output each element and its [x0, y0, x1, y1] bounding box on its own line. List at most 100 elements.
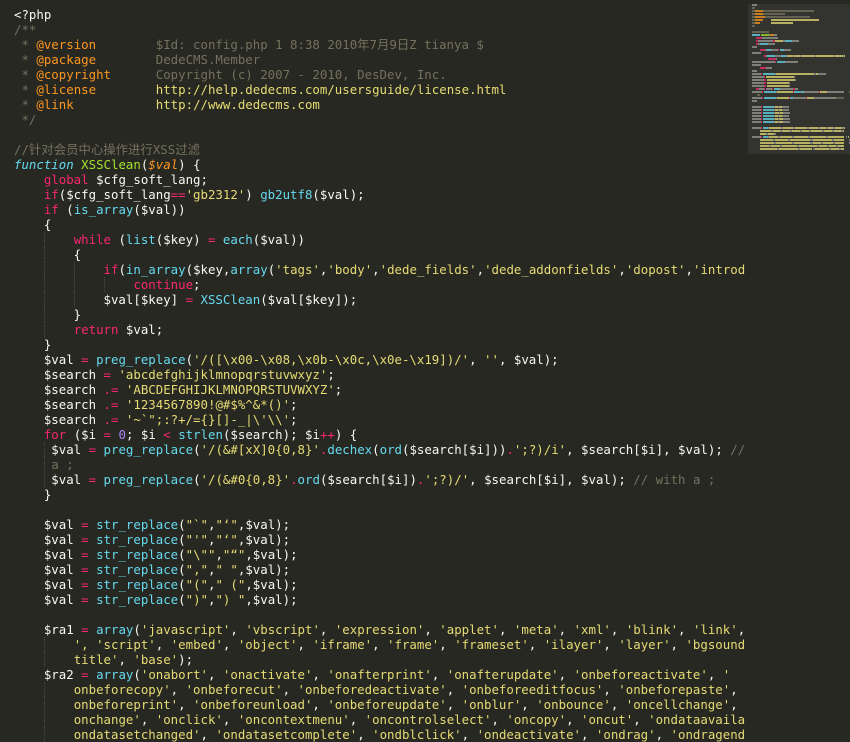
code-line[interactable]: $ra2 = array('onabort', 'onactivate', 'o… — [14, 667, 745, 682]
code-line[interactable]: $search .= 'ABCDEFGHIJKLMNOPQRSTUVWXYZ'; — [14, 382, 745, 397]
code-line[interactable]: * @license http://help.dedecms.com/users… — [14, 82, 745, 97]
code-line[interactable]: if(in_array($key,array('tags','body','de… — [14, 262, 745, 277]
code-line[interactable]: title', 'base'); — [14, 652, 745, 667]
minimap-token — [752, 76, 765, 78]
code-token: , — [581, 727, 596, 742]
code-token: * — [14, 37, 37, 52]
minimap-token — [761, 109, 763, 111]
code-token: , — [215, 547, 223, 562]
minimap-token — [834, 142, 844, 144]
code-line[interactable]: if($cfg_soft_lang=='gb2312') gb2utf8($va… — [14, 187, 745, 202]
code-line[interactable]: $val = str_replace(")",") ",$val); — [14, 592, 745, 607]
code-line[interactable]: ', 'script', 'embed', 'object', 'iframe'… — [14, 637, 745, 652]
code-token: , — [155, 637, 171, 652]
minimap-token — [764, 82, 767, 84]
code-line[interactable]: * @package DedeCMS.Member — [14, 52, 745, 67]
code-token: ( — [178, 532, 186, 547]
code-token: * — [14, 52, 37, 67]
minimap-token — [783, 112, 791, 114]
code-token: , — [558, 622, 574, 637]
minimap-token — [794, 142, 811, 144]
code-text[interactable]: <?php/** * @version $Id: config.php 1 8:… — [14, 7, 745, 742]
code-token: preg_replace — [96, 352, 186, 367]
code-line[interactable]: for ($i = 0; $i < strlen($search); $i++)… — [14, 427, 745, 442]
code-line[interactable]: $search .= '~`";:?+/={}[]-_|\'\\'; — [14, 412, 745, 427]
code-token: @version — [36, 37, 97, 52]
code-token: } — [14, 487, 52, 502]
code-token: .= — [103, 397, 119, 412]
code-token: , — [349, 712, 365, 727]
code-token: a ; — [51, 457, 74, 472]
code-line[interactable]: onchange', 'onclick', 'oncontextmenu', '… — [14, 712, 745, 727]
code-line[interactable]: $val[$key] = XSSClean($val[$key]); — [14, 292, 745, 307]
minimap-token — [762, 37, 779, 39]
code-token: , — [312, 697, 328, 712]
code-line[interactable]: $val = preg_replace('/([\x00-\x08,\x0b-\… — [14, 352, 745, 367]
code-token: , — [469, 352, 485, 367]
code-token: ( — [193, 442, 201, 457]
code-token: 'oncontextmenu' — [237, 712, 350, 727]
code-line[interactable]: { — [14, 247, 745, 262]
code-line[interactable]: */ — [14, 112, 745, 127]
code-line[interactable]: } — [14, 487, 745, 502]
indent-guide — [43, 442, 45, 457]
code-line[interactable]: $val = str_replace("'","‘",$val); — [14, 532, 745, 547]
code-line[interactable]: <?php — [14, 7, 745, 22]
code-line[interactable]: $val = preg_replace('/(&#[xX]0{0,8}'.dec… — [14, 442, 745, 457]
code-line[interactable]: * @copyright Copyright (c) 2007 - 2010, … — [14, 67, 745, 82]
code-token: global — [43, 172, 89, 187]
code-line[interactable]: { — [14, 217, 745, 232]
code-line[interactable]: } — [14, 307, 745, 322]
minimap-token — [809, 127, 818, 129]
code-line[interactable] — [14, 127, 745, 142]
indent-guide — [43, 232, 45, 247]
code-line[interactable]: $val = str_replace("("," (",$val); — [14, 577, 745, 592]
code-token: . — [290, 472, 298, 487]
code-line[interactable]: ondatasetchanged', 'ondatasetcomplete', … — [14, 727, 745, 742]
code-token: 'link' — [692, 622, 738, 637]
code-token: preg_replace — [103, 472, 194, 487]
code-token: , — [431, 667, 447, 682]
code-token: if — [43, 202, 59, 217]
code-token: 'frame' — [387, 637, 440, 652]
code-line[interactable]: } — [14, 337, 745, 352]
code-line[interactable]: return $val; — [14, 322, 745, 337]
minimap-token — [823, 130, 832, 132]
code-line[interactable] — [14, 607, 745, 622]
minimap-token — [760, 139, 774, 141]
code-line[interactable]: continue; — [14, 277, 745, 292]
code-line[interactable]: a ; — [14, 457, 745, 472]
minimap-token — [763, 130, 772, 132]
code-line[interactable]: * @link http://www.dedecms.com — [14, 97, 745, 112]
code-token: http://help.dedecms.com/usersguide/licen… — [155, 82, 507, 97]
code-line[interactable]: onbeforeprint', 'onbeforeunload', 'onbef… — [14, 697, 745, 712]
code-token: , — [730, 697, 745, 712]
code-token: 'onbeforecut' — [185, 682, 283, 697]
code-line[interactable]: while (list($key) = each($val)) — [14, 232, 745, 247]
code-line[interactable]: global $cfg_soft_lang; — [14, 172, 745, 187]
code-line[interactable]: if (is_array($val)) — [14, 202, 745, 217]
code-line[interactable]: /** — [14, 22, 745, 37]
code-token: str_replace — [96, 592, 179, 607]
code-line[interactable]: //针对会员中心操作进行XSS过滤 — [14, 142, 745, 157]
code-token: ', — [73, 637, 97, 652]
minimap-token — [761, 136, 763, 138]
code-line[interactable] — [14, 502, 745, 517]
code-token: @package — [36, 52, 97, 67]
code-token: , $search[$i], $val); — [566, 442, 731, 457]
code-line[interactable]: onbeforecopy', 'onbeforecut', 'onbefored… — [14, 682, 745, 697]
minimap-token — [790, 139, 811, 141]
code-line[interactable]: $val = preg_replace('/(&#0{0,8}'.ord($se… — [14, 472, 745, 487]
minimap-token — [752, 7, 756, 9]
code-line[interactable]: $ra1 = array('javascript', 'vbscript', '… — [14, 622, 745, 637]
code-line[interactable]: $val = str_replace("`","‘",$val); — [14, 517, 745, 532]
code-line[interactable]: * @version $Id: config.php 1 8:38 2010年7… — [14, 37, 745, 52]
code-line[interactable]: $search .= '1234567890!@#$%^&*()'; — [14, 397, 745, 412]
code-editor[interactable]: <?php/** * @version $Id: config.php 1 8:… — [0, 0, 745, 742]
code-line[interactable]: $search = 'abcdefghijklmnopqrstuvwxyz'; — [14, 367, 745, 382]
code-line[interactable]: $val = str_replace(","," ",$val); — [14, 562, 745, 577]
code-line[interactable]: $val = str_replace("\"","“",$val); — [14, 547, 745, 562]
code-line[interactable]: function XSSClean($val) { — [14, 157, 745, 172]
minimap-token — [763, 10, 814, 12]
minimap[interactable] — [748, 4, 850, 742]
